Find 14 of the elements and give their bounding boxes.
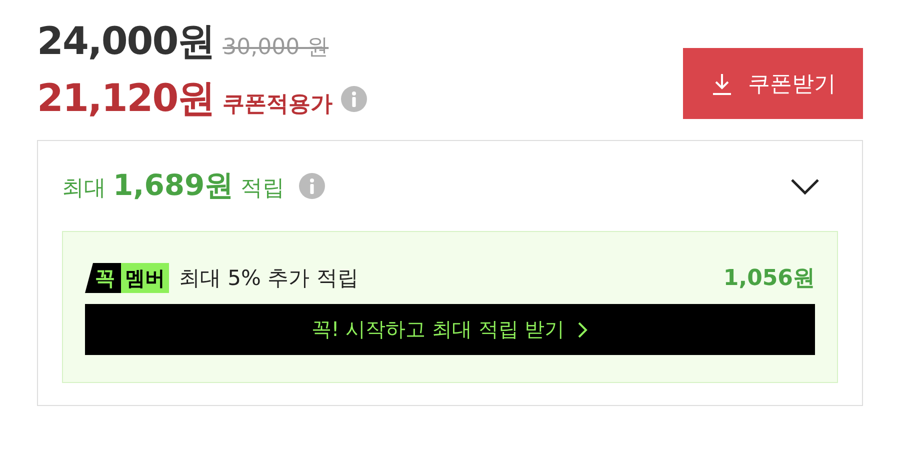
reward-text: 최대 1,689원 적립 — [62, 167, 285, 204]
sale-price: 24,000원 — [37, 18, 215, 65]
coupon-price-label: 쿠폰적용가 — [222, 91, 333, 119]
member-reward-amount: 1,056원 — [723, 265, 815, 293]
coupon-price: 21,120원 — [37, 75, 215, 122]
download-icon — [710, 72, 734, 96]
start-membership-button[interactable]: 꼭! 시작하고 최대 적립 받기 — [85, 304, 815, 355]
info-icon[interactable] — [340, 86, 367, 112]
member-benefit-text: 최대 5% 추가 적립 — [179, 265, 358, 292]
info-icon[interactable] — [298, 173, 325, 199]
chevron-icon[interactable] — [790, 176, 820, 196]
chevron-right-icon — [576, 320, 589, 338]
coupon-download-button[interactable]: 쿠폰받기 — [683, 48, 863, 119]
original-price: 30,000 원 — [222, 34, 329, 62]
